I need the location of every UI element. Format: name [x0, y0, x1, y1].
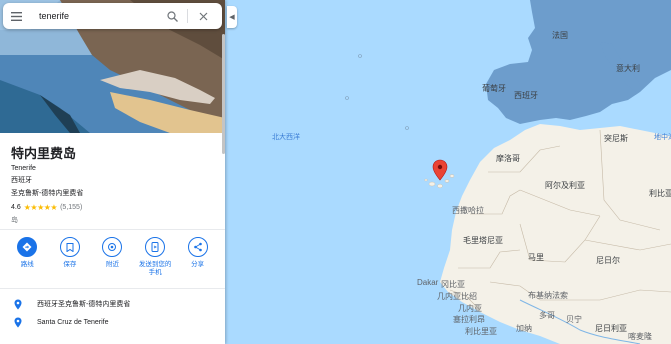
- pin-icon: [11, 317, 25, 328]
- map-label-guinea: 几内亚: [458, 303, 482, 313]
- place-name-latin: Tenerife: [11, 165, 36, 172]
- directions-icon: [17, 237, 38, 257]
- divider: [0, 229, 225, 230]
- map-label-cameroon: 喀麦隆: [628, 331, 652, 341]
- map-label-benin: 贝宁: [566, 314, 582, 324]
- pin-icon: [11, 299, 25, 310]
- rating-row: 4.6 ★★★★★ (5,155): [11, 203, 225, 212]
- search-input[interactable]: [37, 10, 161, 22]
- address-row[interactable]: 西班牙圣克鲁斯-德特内里费省: [0, 296, 225, 312]
- share-button[interactable]: 分享: [179, 237, 217, 277]
- directions-label: 路线: [20, 261, 34, 268]
- map-label-togo: 多哥: [539, 310, 555, 320]
- share-icon: [187, 237, 208, 257]
- map-label-dakar: Dakar: [417, 278, 439, 287]
- send-to-phone-icon: [145, 237, 166, 257]
- map-label-mediterranean: 地中海: [654, 132, 671, 141]
- map-label-mauritania: 毛里塔尼亚: [463, 235, 503, 245]
- nearby-label: 附近: [105, 261, 119, 268]
- rating-stars-icon: ★★★★★: [23, 203, 58, 212]
- send-to-phone-label: 发送到您的 手机: [138, 261, 172, 276]
- bookmark-icon: [59, 237, 80, 257]
- map-label-portugal: 葡萄牙: [482, 83, 506, 93]
- map-label-gambia: 冈比亚: [441, 279, 465, 289]
- search-box: [3, 3, 222, 29]
- map-label-ocean: 北大西洋: [272, 132, 300, 141]
- map-label-nigeria: 尼日利亚: [595, 323, 627, 333]
- save-button[interactable]: 保存: [51, 237, 89, 277]
- collapse-panel-button[interactable]: ◀: [227, 6, 237, 28]
- action-bar: 路线 保存 附近 发送到您的 手机 分享: [0, 237, 225, 277]
- map-label-spain: 西班牙: [514, 90, 538, 100]
- send-to-phone-button[interactable]: 发送到您的 手机: [136, 237, 174, 277]
- map-label-algeria: 阿尔及利亚: [545, 180, 585, 190]
- place-info: 特内里费岛 Tenerife 西班牙 圣克鲁斯-德特内里费省 4.6 ★★★★★…: [0, 133, 225, 225]
- map-label-italy: 意大利: [616, 63, 640, 73]
- map-label-burkina: 布基纳法索: [528, 290, 568, 300]
- plus-code-row[interactable]: Santa Cruz de Tenerife: [0, 314, 225, 330]
- map-label-western-sahara: 西撒哈拉: [452, 205, 484, 215]
- map-label-tunisia: 突尼斯: [604, 133, 628, 143]
- place-country: 西班牙: [11, 177, 32, 184]
- map-label-mali: 马里: [528, 253, 544, 262]
- place-panel: 特内里费岛 Tenerife 西班牙 圣克鲁斯-德特内里费省 4.6 ★★★★★…: [0, 0, 225, 344]
- scrollbar[interactable]: [222, 34, 225, 154]
- search-icon[interactable]: [161, 5, 183, 27]
- city-text: Santa Cruz de Tenerife: [37, 318, 109, 326]
- nearby-button[interactable]: 附近: [93, 237, 131, 277]
- nearby-icon: [102, 237, 123, 257]
- map-label-sierra-leone: 塞拉利昂: [453, 314, 485, 324]
- menu-icon[interactable]: [3, 3, 29, 29]
- map-label-ghana: 加纳: [516, 323, 532, 333]
- map-label-niger: 尼日尔: [596, 255, 620, 265]
- address-text: 西班牙圣克鲁斯-德特内里费省: [37, 301, 131, 308]
- map-label-guinea-bissau: 几内亚比绍: [437, 291, 477, 301]
- save-label: 保存: [63, 261, 77, 268]
- divider: [0, 288, 225, 289]
- map-label-liberia: 利比里亚: [465, 326, 497, 336]
- review-count[interactable]: (5,155): [60, 204, 82, 211]
- rating-value: 4.6: [11, 204, 21, 211]
- directions-button[interactable]: 路线: [8, 237, 46, 277]
- place-category: 岛: [11, 217, 18, 224]
- map-label-morocco: 摩洛哥: [496, 153, 520, 163]
- map-label-libya: 利比亚: [649, 188, 671, 198]
- close-icon[interactable]: [192, 5, 214, 27]
- place-province: 圣克鲁斯-德特内里费省: [11, 190, 84, 197]
- share-label: 分享: [191, 261, 205, 268]
- map-label-france: 法国: [552, 30, 568, 40]
- place-title: 特内里费岛: [11, 146, 77, 161]
- search-divider: [187, 9, 188, 23]
- chevron-left-icon: ◀: [229, 14, 235, 21]
